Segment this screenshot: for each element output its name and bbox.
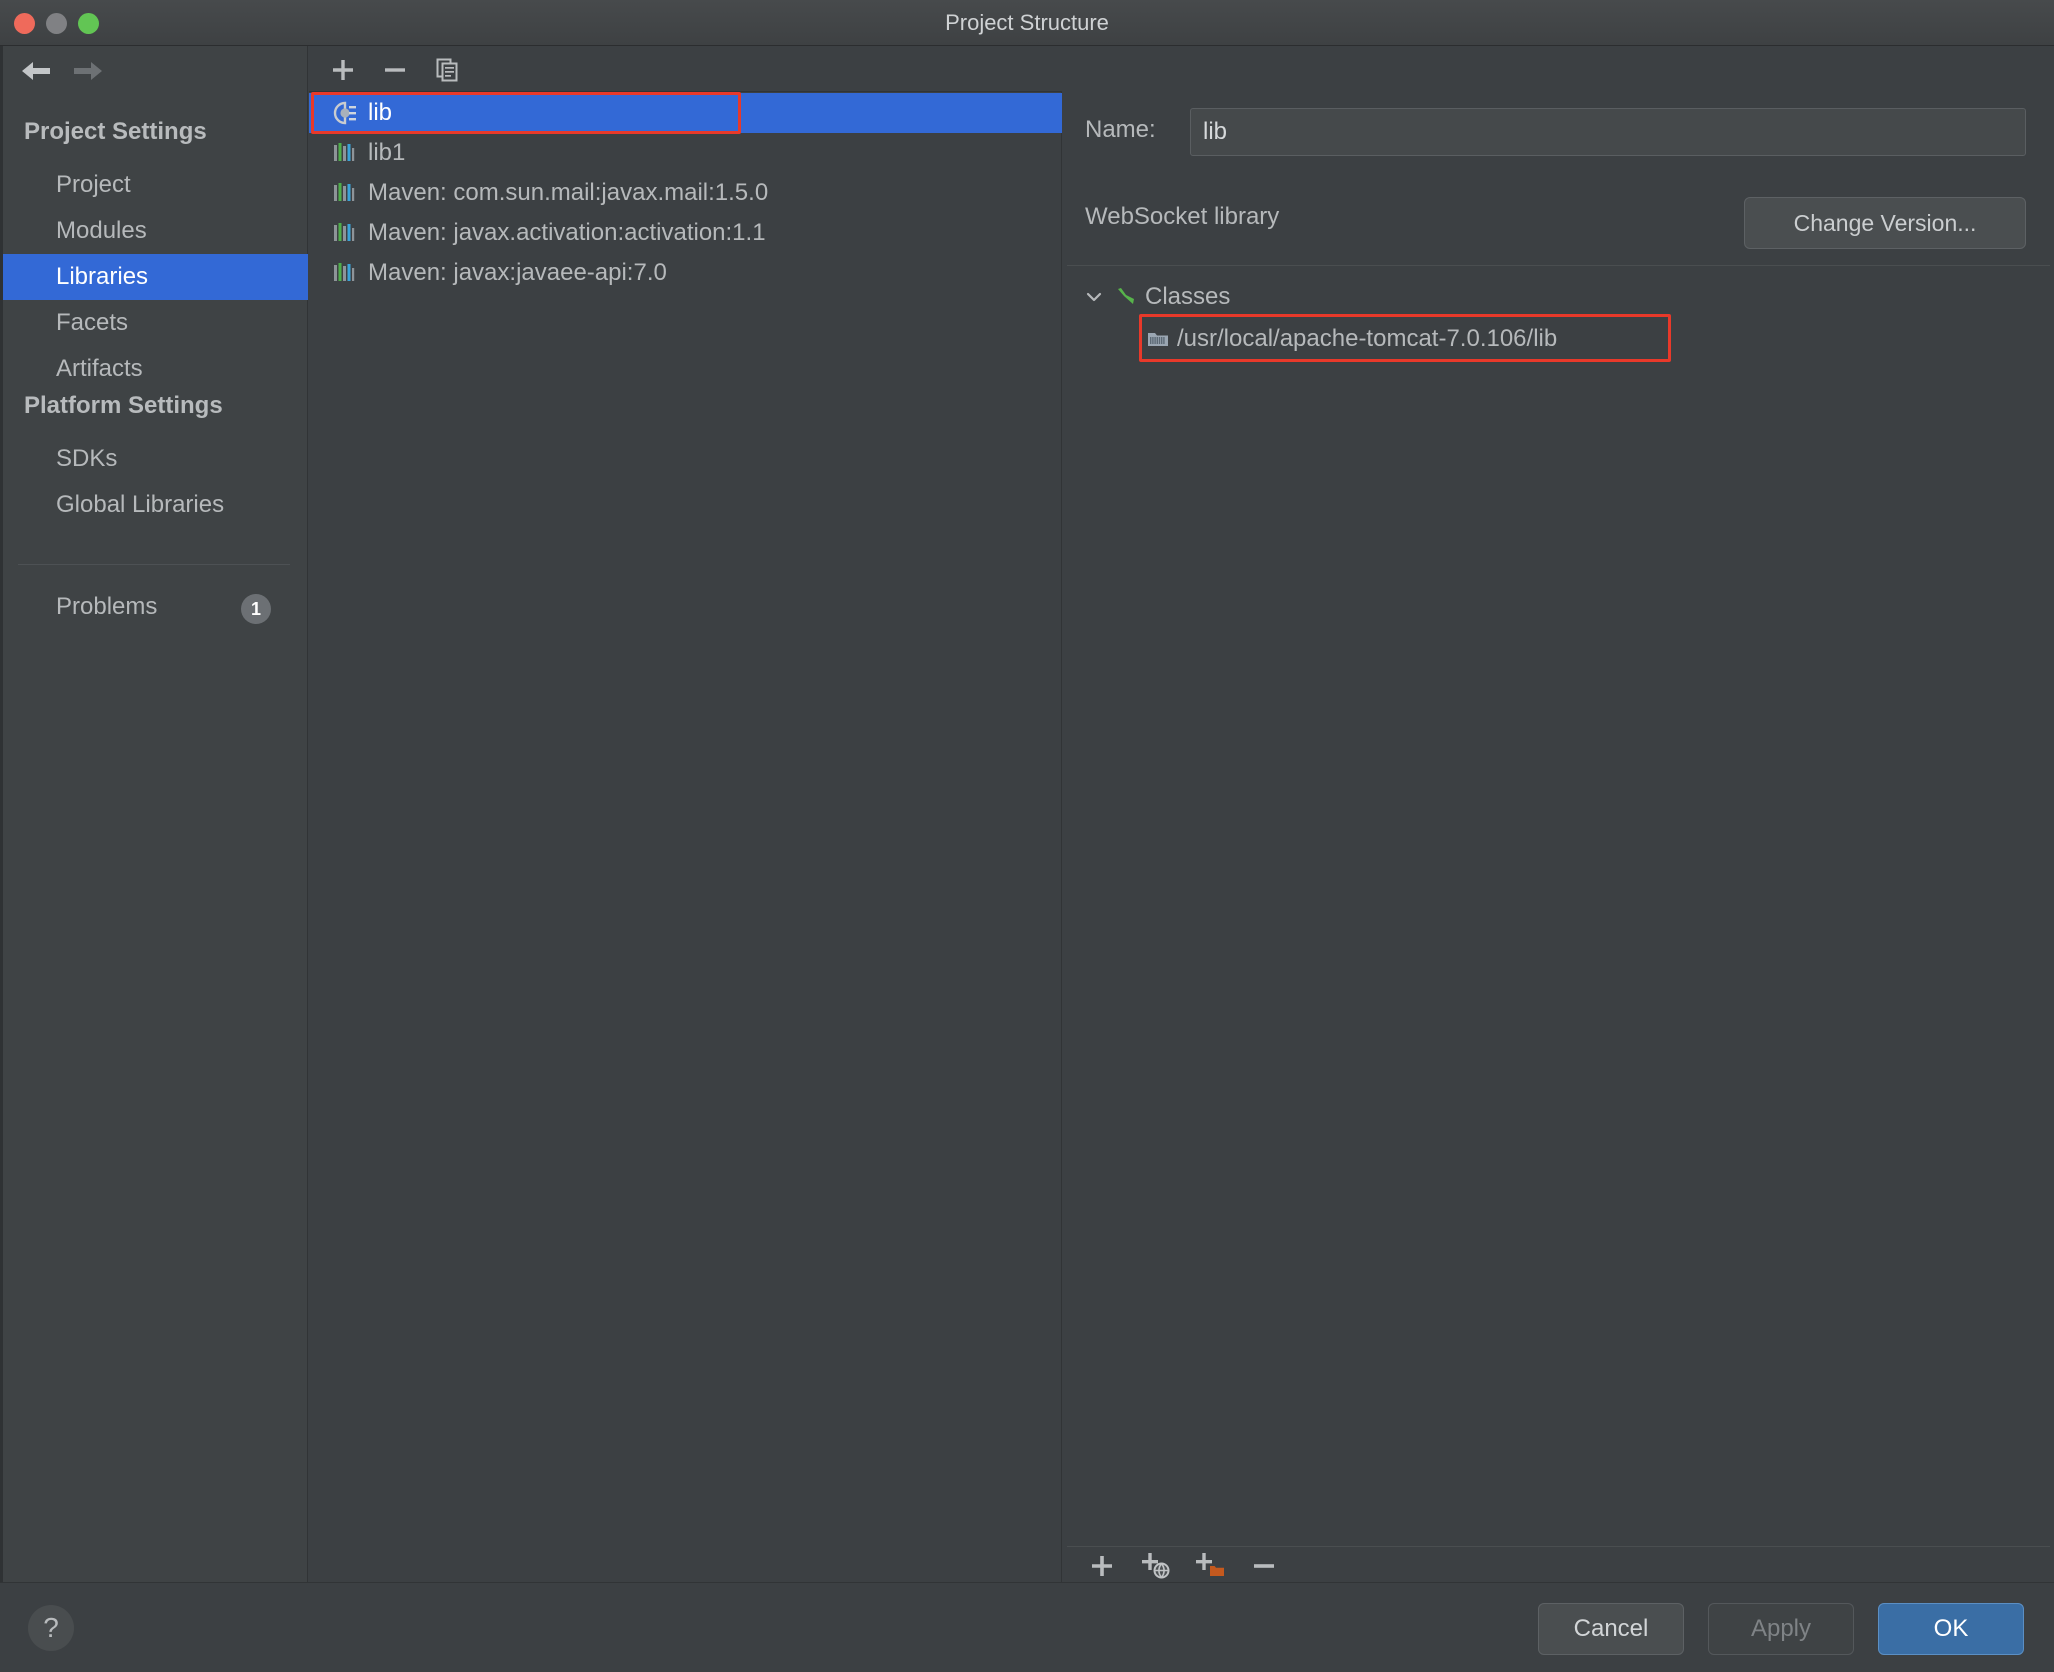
list-item-label: lib1: [368, 139, 406, 166]
window-title: Project Structure: [945, 10, 1109, 35]
ok-button[interactable]: OK: [1878, 1603, 2024, 1655]
libraries-list-panel: lib lib1 Maven: com.sun.mail:javax.mail:…: [309, 46, 1062, 1582]
apply-button[interactable]: Apply: [1708, 1603, 1854, 1655]
sidebar-item-artifacts[interactable]: Artifacts: [3, 346, 308, 392]
tree-node-label: /usr/local/apache-tomcat-7.0.106/lib: [1177, 325, 1558, 352]
list-item-label: Maven: com.sun.mail:javax.mail:1.5.0: [368, 179, 769, 206]
sidebar-item-label: Modules: [56, 217, 147, 244]
sidebar-group-project-settings: Project Settings: [24, 118, 207, 145]
help-button[interactable]: ?: [28, 1605, 74, 1651]
sidebar-item-modules[interactable]: Modules: [3, 208, 308, 254]
sidebar-item-sdks[interactable]: SDKs: [3, 436, 308, 482]
sidebar-item-label: Project: [56, 171, 131, 198]
library-icon: [331, 180, 357, 206]
tree-node-label: Classes: [1145, 283, 1231, 310]
sidebar-item-libraries[interactable]: Libraries: [3, 254, 308, 300]
sidebar-item-label: Global Libraries: [56, 491, 225, 518]
libraries-list: lib lib1 Maven: com.sun.mail:javax.mail:…: [309, 92, 1062, 1582]
list-item[interactable]: lib: [309, 93, 1062, 133]
list-item[interactable]: Maven: javax:javaee-api:7.0: [309, 253, 1062, 293]
library-type-label: WebSocket library: [1085, 203, 1280, 230]
sidebar-item-label: SDKs: [56, 445, 118, 472]
copy-icon[interactable]: [427, 52, 467, 88]
arrow-right-icon[interactable]: [66, 56, 110, 86]
sidebar-item-label: Problems: [56, 593, 158, 620]
chevron-down-icon[interactable]: [1081, 284, 1107, 310]
library-editor-panel: Name: WebSocket library Change Version..…: [1063, 46, 2054, 1582]
sidebar-nav-bar: [0, 46, 308, 94]
list-item[interactable]: Maven: javax.activation:activation:1.1: [309, 213, 1062, 253]
arrow-left-icon[interactable]: [14, 56, 58, 86]
library-icon: [331, 140, 357, 166]
list-item[interactable]: lib1: [309, 133, 1062, 173]
problems-count-badge: 1: [241, 594, 271, 624]
library-icon: [331, 220, 357, 246]
name-field-label: Name:: [1085, 116, 1156, 143]
sidebar-item-label: Artifacts: [56, 355, 143, 382]
name-input[interactable]: [1190, 108, 2026, 156]
list-item-label: Maven: javax.activation:activation:1.1: [368, 219, 766, 246]
sidebar-group-platform-settings: Platform Settings: [24, 392, 223, 419]
sidebar-item-project[interactable]: Project: [3, 162, 308, 208]
project-structure-dialog: Project Structure Project Settings Proje…: [0, 0, 2054, 1672]
classes-root-icon: [1113, 284, 1139, 310]
sidebar-item-facets[interactable]: Facets: [3, 300, 308, 346]
jar-folder-icon: [1145, 326, 1171, 352]
library-paths-tree: Classes /usr/local/apache-tomcat-7.0.106…: [1067, 265, 2050, 1547]
sidebar-item-label: Libraries: [56, 263, 149, 290]
sidebar-divider: [18, 564, 290, 565]
websocket-library-icon: [331, 100, 357, 126]
sidebar-item-global-libraries[interactable]: Global Libraries: [3, 482, 308, 528]
list-item-label: lib: [368, 99, 393, 126]
library-icon: [331, 260, 357, 286]
plus-icon[interactable]: [323, 52, 363, 88]
minus-icon[interactable]: [375, 52, 415, 88]
change-version-button[interactable]: Change Version...: [1744, 197, 2026, 249]
tree-node-classes[interactable]: Classes: [1081, 276, 1230, 318]
list-item[interactable]: Maven: com.sun.mail:javax.mail:1.5.0: [309, 173, 1062, 213]
tree-node-path[interactable]: /usr/local/apache-tomcat-7.0.106/lib: [1145, 318, 1557, 360]
title-bar: Project Structure: [0, 0, 2054, 46]
dialog-footer: ? Cancel Apply OK: [0, 1582, 2054, 1672]
cancel-button[interactable]: Cancel: [1538, 1603, 1684, 1655]
settings-sidebar: Project Settings Project Modules Librari…: [0, 46, 308, 1582]
sidebar-item-label: Facets: [56, 309, 129, 336]
library-paths-toolbar: [1067, 1548, 2050, 1582]
list-item-label: Maven: javax:javaee-api:7.0: [368, 259, 667, 286]
libraries-toolbar: [309, 46, 1062, 92]
